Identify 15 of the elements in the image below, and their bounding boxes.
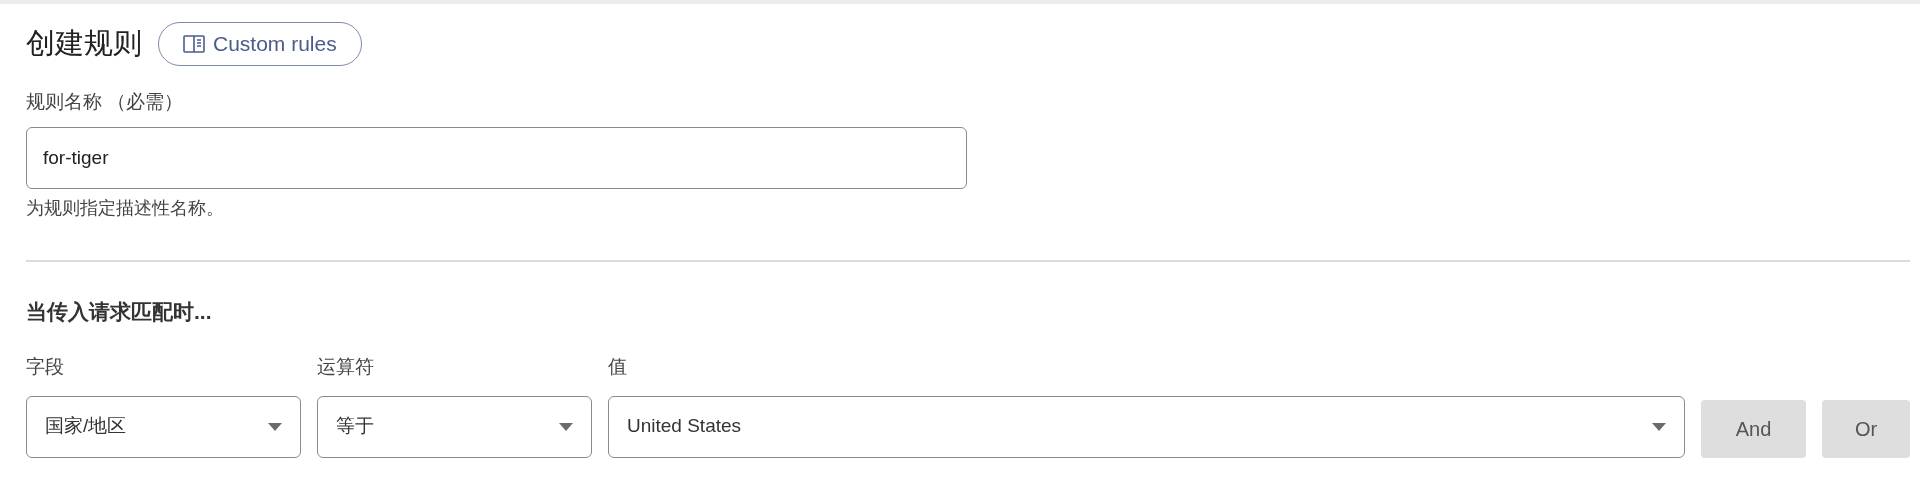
- caret-icon: [268, 422, 282, 431]
- rule-name-input[interactable]: for-tiger: [26, 126, 967, 189]
- caret-icon: [559, 422, 573, 431]
- field-label: 运算符: [317, 355, 375, 379]
- field-label: 字段: [26, 355, 65, 379]
- field-label: 值: [608, 355, 628, 379]
- caret-icon: [1652, 422, 1666, 431]
- section-heading: 当传入请求匹配时...: [26, 298, 213, 325]
- dropdown[interactable]: 等于: [317, 395, 592, 458]
- dropdown[interactable]: United States: [608, 395, 1685, 458]
- book-icon: [183, 34, 205, 54]
- page-title: 创建规则: [26, 26, 142, 62]
- field-label: 规则名称 （必需）: [26, 90, 185, 114]
- dropdown[interactable]: 国家/地区: [26, 395, 301, 458]
- help-text: 为规则指定描述性名称。: [26, 196, 225, 220]
